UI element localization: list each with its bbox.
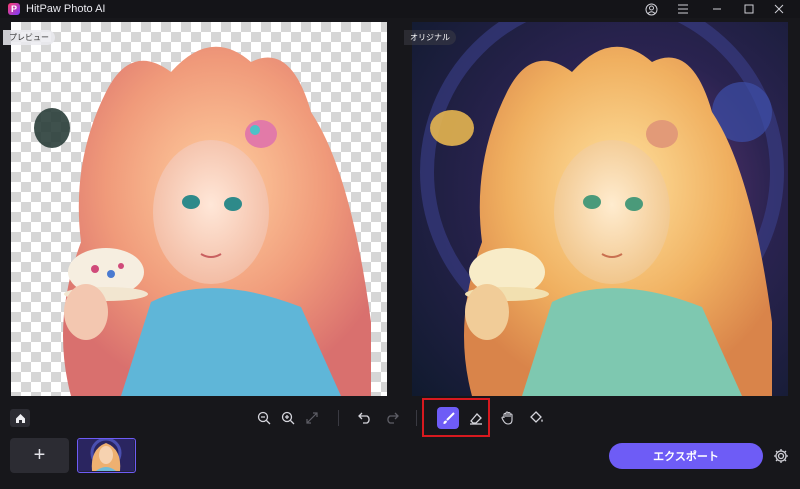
original-image <box>420 22 784 396</box>
maximize-icon[interactable] <box>736 0 762 18</box>
redo-button[interactable] <box>382 408 402 428</box>
fill-bucket-icon <box>530 411 543 423</box>
logo-letter: P <box>10 4 17 14</box>
close-icon[interactable] <box>766 0 792 18</box>
hand-tool-button[interactable] <box>497 408 517 428</box>
zoom-out-icon <box>257 411 271 425</box>
undo-icon <box>358 412 370 424</box>
hand-icon <box>500 411 513 425</box>
app-window: P HitPaw Photo AI プレビュー オリジナル + エクスポート <box>0 0 800 489</box>
account-icon[interactable] <box>638 0 664 18</box>
fit-screen-button[interactable] <box>302 408 322 428</box>
minimize-icon[interactable] <box>704 0 730 18</box>
gear-icon <box>774 449 788 463</box>
app-title: HitPaw Photo AI <box>26 3 106 15</box>
zoom-in-button[interactable] <box>278 408 298 428</box>
home-button[interactable] <box>10 409 30 427</box>
preview-label: プレビュー <box>3 30 55 45</box>
tool-highlight-box <box>422 398 490 437</box>
settings-button[interactable] <box>772 447 790 465</box>
title-bar: P HitPaw Photo AI <box>0 0 800 18</box>
fit-screen-icon <box>306 412 318 424</box>
original-label: オリジナル <box>404 30 456 45</box>
add-label: + <box>33 444 46 466</box>
preview-canvas[interactable] <box>11 22 387 396</box>
zoom-in-icon <box>281 411 295 425</box>
menu-icon[interactable] <box>670 0 696 18</box>
original-canvas[interactable] <box>412 22 788 396</box>
zoom-out-button[interactable] <box>254 408 274 428</box>
add-image-button[interactable]: + <box>10 438 69 473</box>
toolbar-divider <box>416 410 417 426</box>
home-icon <box>15 413 25 423</box>
toolbar-divider <box>338 410 339 426</box>
app-logo-icon: P <box>8 3 20 15</box>
subject-cutout-image <box>34 46 371 396</box>
export-button[interactable]: エクスポート <box>609 443 763 469</box>
undo-button[interactable] <box>355 408 375 428</box>
thumbnail-image <box>78 439 134 471</box>
image-thumbnail[interactable] <box>77 438 136 473</box>
redo-icon <box>387 412 399 424</box>
fill-tool-button[interactable] <box>527 408 547 428</box>
